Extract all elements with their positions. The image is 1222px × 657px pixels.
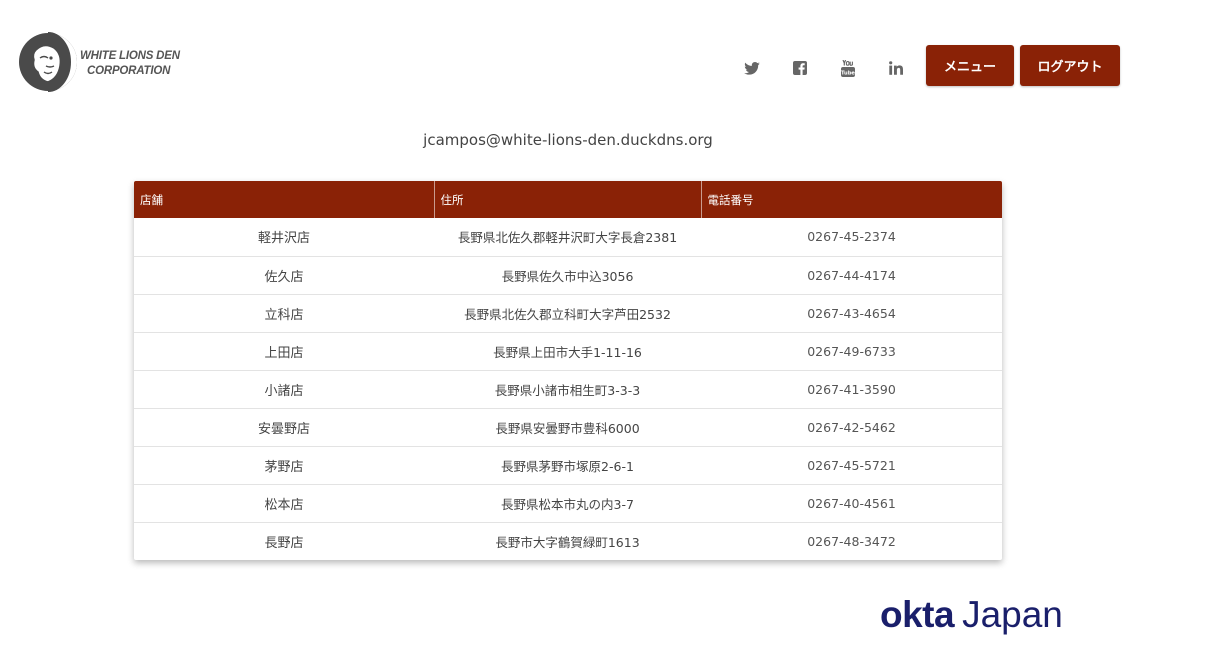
table-row: 佐久店 長野県佐久市中込3056 0267-44-4174 <box>134 256 1002 294</box>
social-links: Tube <box>740 56 908 80</box>
youtube-link[interactable]: Tube <box>836 56 860 80</box>
menu-button[interactable]: メニュー <box>926 45 1014 86</box>
table-row: 茅野店 長野県茅野市塚原2-6-1 0267-45-5721 <box>134 446 1002 484</box>
phone-cell: 0267-43-4654 <box>807 305 896 321</box>
store-name-cell: 立科店 <box>264 307 304 323</box>
phone-cell: 0267-44-4174 <box>807 267 896 283</box>
store-table-card: 店舗 住所 電話番号 軽井沢店 長野県北佐久郡軽井沢町大字長倉2381 0267… <box>134 181 1002 560</box>
twitter-icon <box>744 61 760 75</box>
phone-cell: 0267-41-3590 <box>807 381 896 397</box>
linkedin-link[interactable] <box>884 56 908 80</box>
logout-button[interactable]: ログアウト <box>1020 45 1120 86</box>
linkedin-icon <box>889 61 903 75</box>
phone-cell: 0267-48-3472 <box>807 533 896 549</box>
store-name-cell: 安曇野店 <box>257 421 310 437</box>
column-header-address: 住所 <box>434 181 702 218</box>
phone-cell: 0267-45-2374 <box>807 229 896 245</box>
store-name-cell: 松本店 <box>264 497 304 513</box>
address-cell: 長野県北佐久郡軽井沢町大字長倉2381 <box>457 230 678 246</box>
svg-text:Tube: Tube <box>841 70 855 76</box>
column-header-store: 店舗 <box>134 181 435 218</box>
table-row: 上田店 長野県上田市大手1-11-16 0267-49-6733 <box>134 332 1002 370</box>
twitter-link[interactable] <box>740 56 764 80</box>
user-email: jcampos@white-lions-den.duckdns.org <box>423 131 713 149</box>
table-row: 軽井沢店 長野県北佐久郡軽井沢町大字長倉2381 0267-45-2374 <box>134 218 1002 256</box>
logo-line-2: CORPORATION <box>87 65 171 77</box>
column-header-phone: 電話番号 <box>707 192 754 207</box>
address-cell: 長野県安曇野市豊科6000 <box>495 420 640 436</box>
table-row: 立科店 長野県北佐久郡立科町大字芦田2532 0267-43-4654 <box>134 294 1002 332</box>
facebook-link[interactable] <box>788 56 812 80</box>
lion-head-logo-icon <box>19 32 77 92</box>
store-table: 店舗 住所 電話番号 軽井沢店 長野県北佐久郡軽井沢町大字長倉2381 0267… <box>134 181 1002 560</box>
address-cell: 長野県北佐久郡立科町大字芦田2532 <box>464 306 671 322</box>
address-cell: 長野県小諸市相生町3-3-3 <box>494 382 641 398</box>
table-header-row: 店舗 住所 電話番号 <box>134 181 1002 218</box>
okta-brand-text: okta <box>880 594 955 635</box>
okta-japan-logo: okta Japan <box>880 594 1063 640</box>
store-name-cell: 軽井沢店 <box>257 231 310 247</box>
okta-suffix-text: Japan <box>962 594 1063 635</box>
company-logo[interactable]: WHITE LIONS DEN CORPORATION <box>18 28 198 94</box>
store-name-cell: 上田店 <box>264 345 304 361</box>
page: WHITE LIONS DEN CORPORATION Tube メニュー ログ… <box>0 0 1222 657</box>
phone-cell: 0267-45-5721 <box>807 457 896 473</box>
phone-cell: 0267-49-6733 <box>807 343 896 359</box>
store-name-cell: 茅野店 <box>264 459 304 475</box>
facebook-icon <box>793 61 807 75</box>
table-row: 松本店 長野県松本市丸の内3-7 0267-40-4561 <box>134 484 1002 522</box>
store-name-cell: 長野店 <box>264 535 304 551</box>
youtube-icon: Tube <box>841 59 855 77</box>
table-row: 長野店 長野市大字鶴賀緑町1613 0267-48-3472 <box>134 522 1002 560</box>
address-cell: 長野市大字鶴賀緑町1613 <box>495 534 640 550</box>
address-cell: 長野県佐久市中込3056 <box>501 268 634 284</box>
phone-cell: 0267-42-5462 <box>807 419 896 435</box>
address-cell: 長野県上田市大手1-11-16 <box>493 344 642 360</box>
table-row: 安曇野店 長野県安曇野市豊科6000 0267-42-5462 <box>134 408 1002 446</box>
store-name-cell: 佐久店 <box>264 269 304 285</box>
address-cell: 長野県松本市丸の内3-7 <box>501 496 634 512</box>
address-cell: 長野県茅野市塚原2-6-1 <box>501 458 634 474</box>
logo-text: WHITE LIONS DEN CORPORATION <box>80 49 200 79</box>
logo-line-1: WHITE LIONS DEN <box>80 50 180 62</box>
store-name-cell: 小諸店 <box>264 383 304 399</box>
table-row: 小諸店 長野県小諸市相生町3-3-3 0267-41-3590 <box>134 370 1002 408</box>
phone-cell: 0267-40-4561 <box>807 495 896 511</box>
